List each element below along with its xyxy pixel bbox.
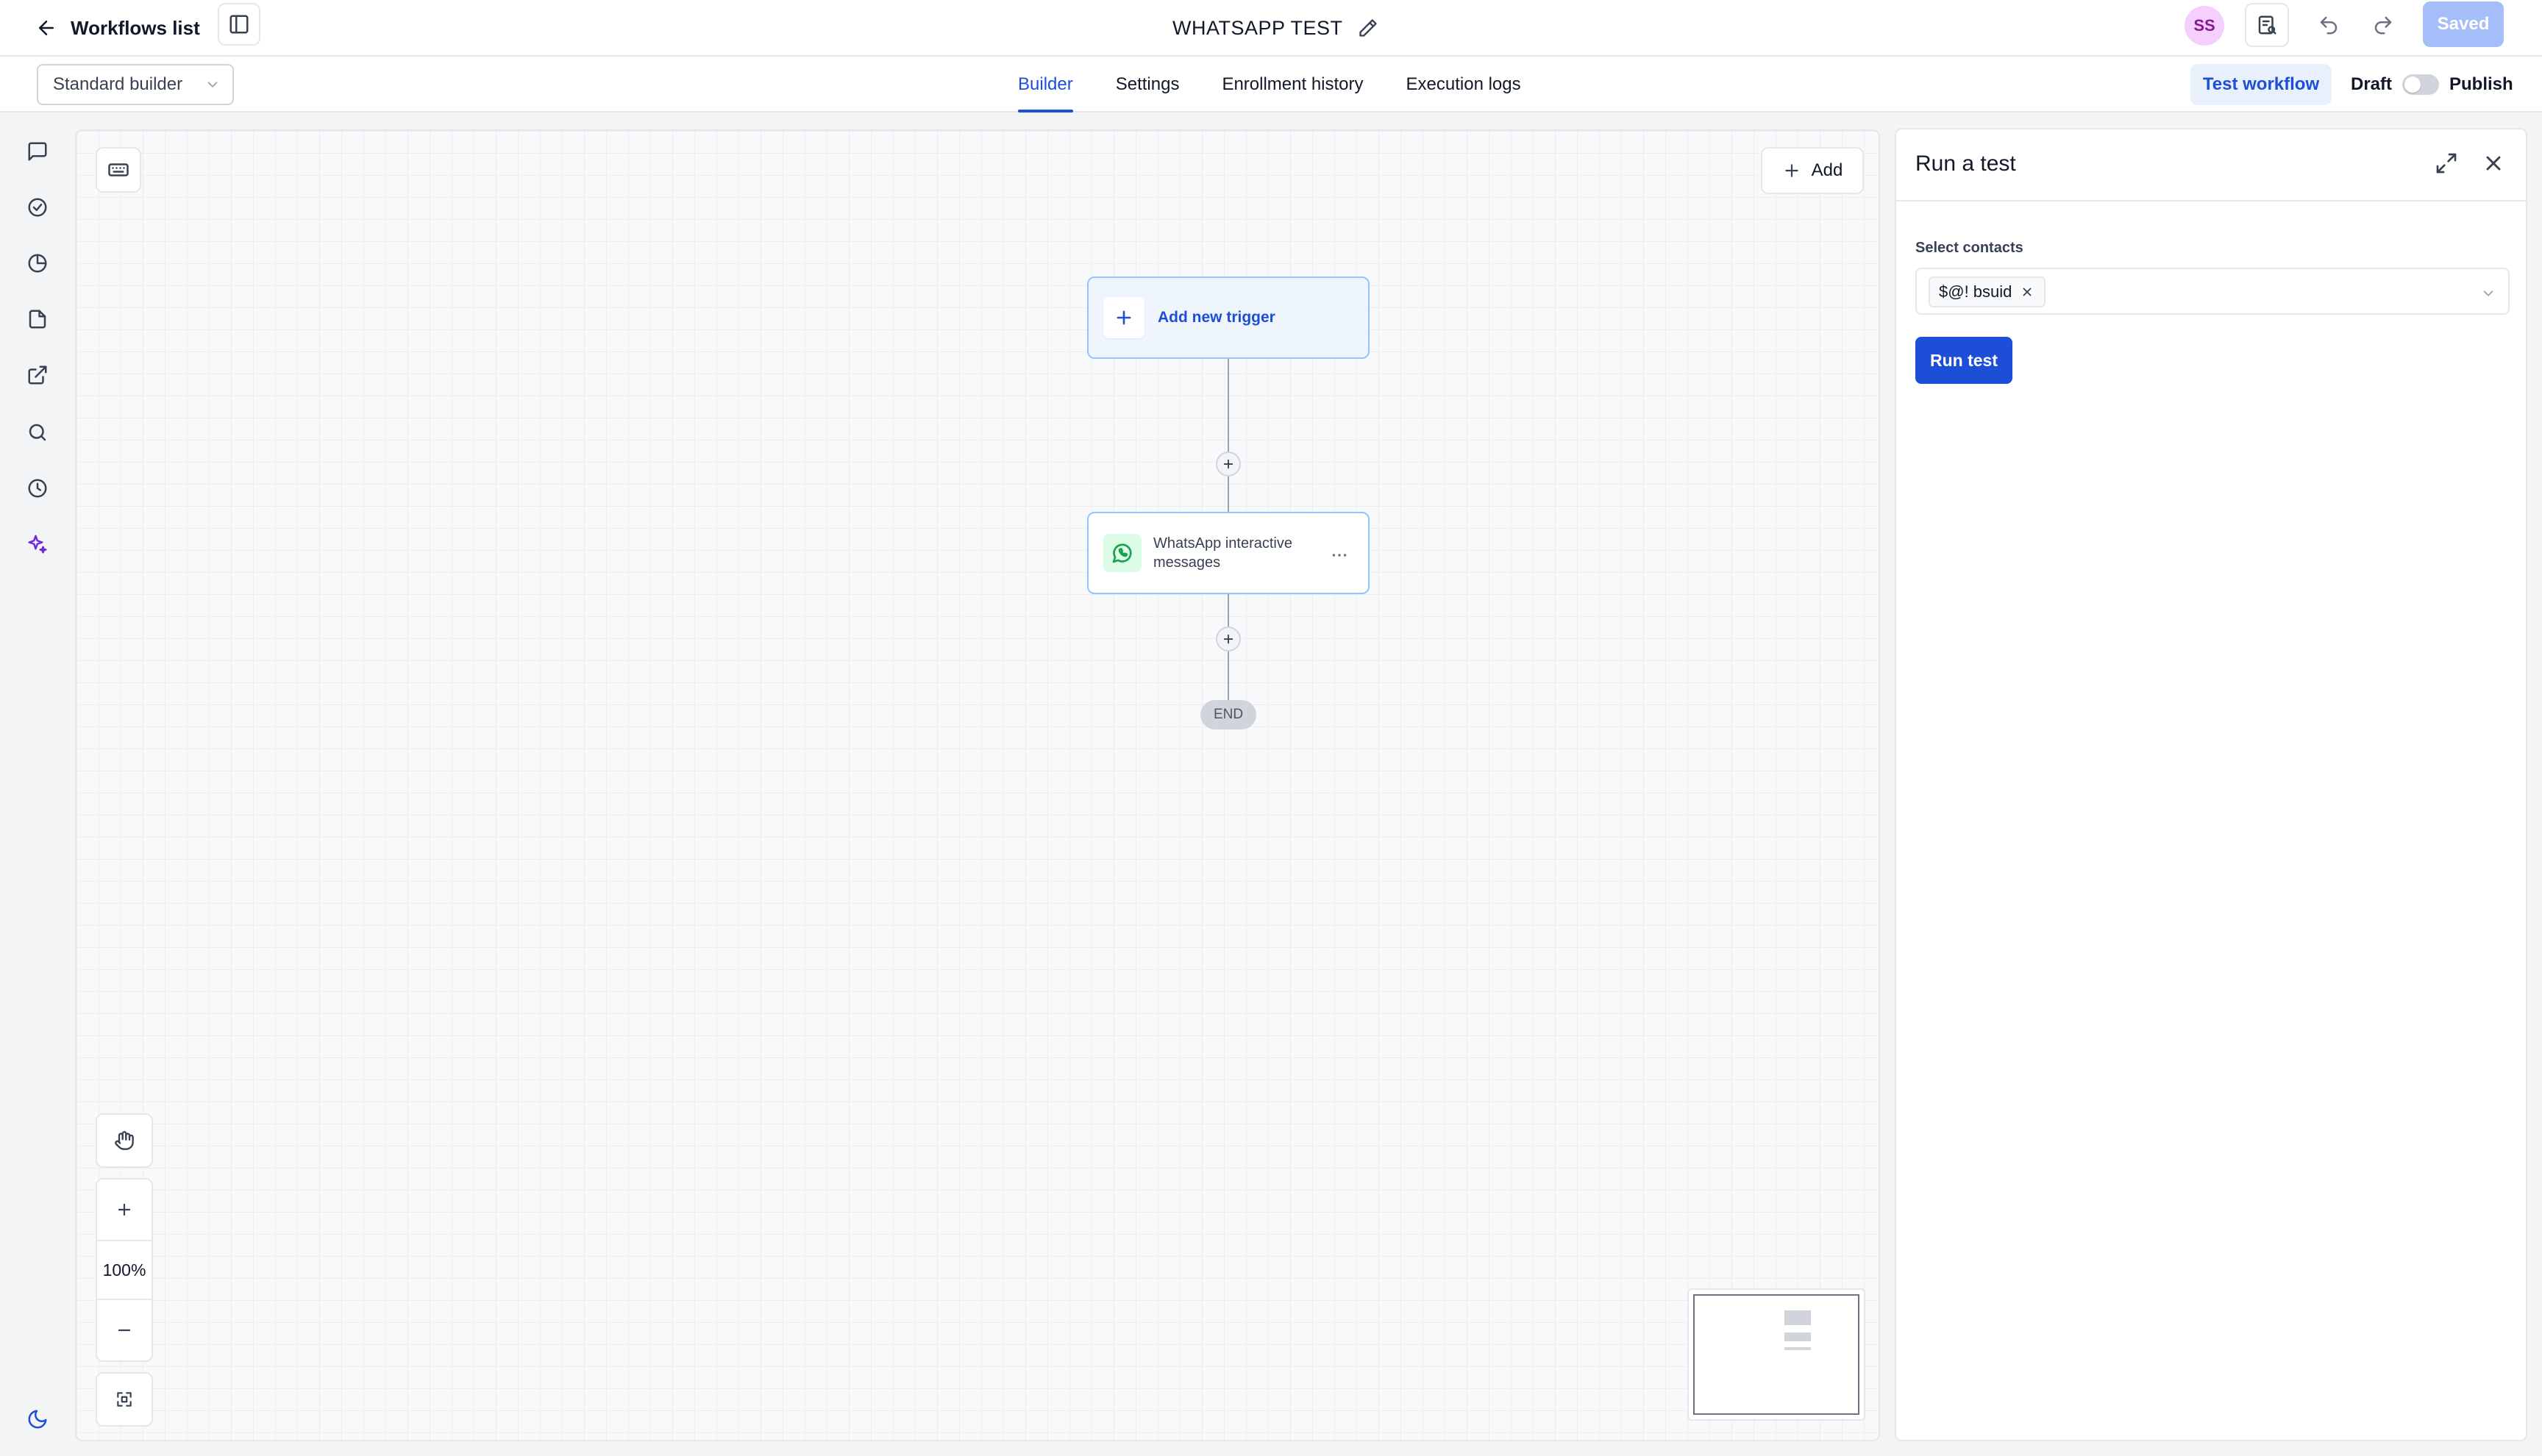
workflow-title-text: WHATSAPP TEST (1172, 16, 1343, 39)
expand-icon[interactable] (2435, 151, 2458, 175)
tab-enrollment-history[interactable]: Enrollment history (1222, 57, 1363, 113)
fit-view-button[interactable] (96, 1372, 153, 1427)
insert-step-button[interactable] (1216, 452, 1241, 477)
insert-step-button[interactable] (1216, 627, 1241, 652)
workflow-title[interactable]: WHATSAPP TEST (1172, 7, 1378, 49)
back-to-workflows-link[interactable]: Workflows list (35, 7, 200, 49)
undo-button[interactable] (2307, 3, 2351, 47)
add-button[interactable]: Add (1761, 147, 1864, 194)
avatar[interactable]: SS (2185, 6, 2224, 46)
trigger-label: Add new trigger (1158, 309, 1275, 326)
pie-chart-icon[interactable] (22, 248, 53, 279)
minimap-viewport[interactable] (1693, 1294, 1859, 1415)
message-icon[interactable] (22, 136, 53, 167)
plus-icon (118, 1203, 131, 1216)
keyboard-shortcuts-button[interactable] (96, 147, 141, 193)
publish-label: Publish (2449, 74, 2513, 94)
arrow-left-icon (35, 17, 57, 39)
chevron-down-icon (2480, 285, 2496, 301)
workflow-canvas[interactable]: Add Add new trigger WhatsApp interactive… (75, 129, 1880, 1441)
run-test-button[interactable]: Run test (1915, 337, 2012, 384)
zoom-controls: 100% (96, 1178, 153, 1362)
maximize-icon (115, 1390, 134, 1409)
search-icon[interactable] (22, 417, 53, 448)
keyboard-icon (107, 159, 129, 181)
draft-publish-toggle[interactable]: Draft Publish (2351, 64, 2513, 105)
file-icon[interactable] (22, 304, 53, 335)
panel-title: Run a test (1915, 151, 2016, 176)
minimap-node (1784, 1332, 1811, 1341)
hand-icon (114, 1130, 135, 1151)
trigger-icon-box (1103, 297, 1144, 338)
tab-settings[interactable]: Settings (1116, 57, 1180, 113)
pencil-icon[interactable] (1358, 18, 1378, 38)
connector-line (1228, 359, 1229, 512)
action-node-label: WhatsApp interactive messages (1153, 535, 1292, 571)
panel-header: Run a test (1896, 129, 2526, 201)
whatsapp-action-node[interactable]: WhatsApp interactive messages (1087, 512, 1370, 594)
check-circle-icon[interactable] (22, 192, 53, 223)
end-node: END (1200, 700, 1256, 729)
plus-icon (1117, 310, 1131, 325)
plus-icon (1223, 459, 1233, 469)
top-header: Workflows list WHATSAPP TEST SS Saved (0, 0, 2542, 57)
workflow-tabs: Builder Settings Enrollment history Exec… (1018, 57, 1521, 113)
sidebar-toggle-button[interactable] (218, 3, 260, 46)
select-contacts-label: Select contacts (1915, 240, 2023, 256)
redo-button[interactable] (2361, 3, 2405, 47)
notes-button[interactable] (2245, 3, 2289, 47)
sub-header: Standard builder Builder Settings Enroll… (0, 57, 2542, 113)
plus-icon (1223, 634, 1233, 644)
zoom-out-button[interactable] (97, 1300, 152, 1360)
add-trigger-node[interactable]: Add new trigger (1087, 276, 1370, 359)
left-rail (0, 113, 74, 1456)
clipboard-list-icon (2256, 14, 2278, 36)
test-workflow-button[interactable]: Test workflow (2190, 64, 2332, 105)
external-link-icon[interactable] (22, 360, 53, 390)
panel-left-icon (228, 13, 250, 35)
remove-contact-icon[interactable] (2021, 285, 2034, 299)
sparkles-icon[interactable] (22, 529, 53, 560)
builder-mode-value: Standard builder (53, 74, 183, 94)
more-horizontal-icon[interactable] (1330, 546, 1349, 565)
tab-builder[interactable]: Builder (1018, 57, 1073, 113)
builder-mode-select[interactable]: Standard builder (37, 64, 234, 105)
draft-label: Draft (2351, 74, 2393, 94)
zoom-in-button[interactable] (97, 1180, 152, 1241)
chevron-down-icon (204, 76, 221, 93)
tab-execution-logs[interactable]: Execution logs (1406, 57, 1521, 113)
minimap-node (1784, 1347, 1811, 1350)
minimap[interactable] (1687, 1288, 1865, 1421)
contacts-select[interactable]: $@! bsuid (1915, 268, 2510, 315)
back-link-label: Workflows list (71, 16, 200, 39)
selected-contact-name: $@! bsuid (1939, 282, 2012, 301)
whatsapp-icon (1103, 534, 1142, 572)
saved-button[interactable]: Saved (2423, 1, 2504, 47)
plus-icon (1782, 161, 1801, 180)
pan-mode-button[interactable] (96, 1113, 153, 1168)
redo-icon (2372, 14, 2394, 36)
close-icon[interactable] (2482, 151, 2505, 175)
moon-icon[interactable] (22, 1404, 53, 1435)
publish-switch[interactable] (2402, 74, 2440, 95)
minimap-node (1784, 1310, 1811, 1325)
selected-contact-chip: $@! bsuid (1929, 276, 2046, 307)
zoom-level: 100% (97, 1241, 152, 1300)
undo-icon (2318, 14, 2340, 36)
clock-icon[interactable] (22, 473, 53, 504)
minus-icon (118, 1329, 131, 1332)
run-test-panel: Run a test Select contacts $@! bsuid Run… (1895, 128, 2527, 1441)
add-button-label: Add (1811, 160, 1843, 180)
